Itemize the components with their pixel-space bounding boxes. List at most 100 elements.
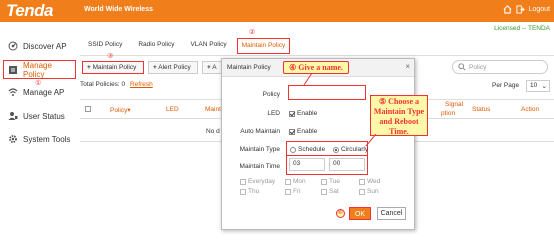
tenda-logo: Tenda [6, 1, 53, 20]
search-box[interactable]: Policy [452, 60, 548, 74]
day-mon-checkbox[interactable]: Mon [285, 178, 306, 185]
plus-icon: + [153, 64, 157, 71]
led-enable-label: Enable [297, 110, 318, 117]
plus-icon: + [87, 64, 91, 71]
column-description: ption [441, 110, 456, 117]
per-page-select[interactable]: 10 ⌄ [526, 80, 550, 92]
maintain-time-label: Maintain Time [239, 163, 280, 170]
tab-ssid-policy[interactable]: SSID Policy [80, 38, 130, 54]
sidebar-item-label: User Status [23, 111, 65, 121]
day-sat-checkbox[interactable]: Sat [321, 188, 339, 195]
day-label: Tue [329, 178, 340, 185]
day-thu-checkbox[interactable]: Thu [240, 188, 259, 195]
schedule-label: Schedule [298, 146, 326, 153]
radar-icon [8, 41, 18, 51]
policy-icon [8, 65, 18, 75]
search-placeholder: Policy [469, 64, 487, 71]
auto-maintain-enable-label: Enable [297, 128, 318, 135]
logout-icon[interactable] [516, 5, 525, 14]
sidebar-item-user-status[interactable]: User Status [8, 111, 65, 121]
led-label: LED [267, 110, 280, 117]
column-signal: Signal [445, 101, 464, 108]
annotation-number-2: ② [249, 29, 256, 36]
checkbox-box [285, 188, 291, 195]
alert-policy-button[interactable]: + Alert Policy [148, 61, 198, 74]
tab-vlan-policy[interactable]: VLAN Policy [182, 38, 234, 54]
auto-maintain-enable-checkbox[interactable]: Enable [289, 128, 317, 135]
sidebar-item-manage-ap[interactable]: Manage AP [8, 87, 64, 97]
callout-line: and Reboot [379, 117, 419, 126]
tagline: World Wide Wireless [84, 6, 153, 13]
maintain-minute-input[interactable]: 00 [329, 158, 365, 171]
top-bar: Tenda World Wide Wireless Logout [0, 0, 554, 22]
select-all-checkbox[interactable] [85, 106, 91, 112]
sidebar-item-system-tools[interactable]: System Tools [8, 134, 70, 144]
column-maintain: Maint [205, 106, 221, 113]
sidebar-item-label: System Tools [23, 134, 71, 144]
day-everyday-checkbox[interactable]: Everyday [240, 178, 275, 185]
checkbox-box [359, 188, 365, 195]
gear-icon [8, 134, 18, 144]
radio-circle [290, 146, 296, 153]
refresh-link[interactable]: Refresh [130, 81, 153, 88]
callout-line: ⑤ Choose a [378, 97, 420, 106]
total-policies: Total Policies: 0 Refresh [80, 81, 153, 88]
sidebar-item-discover-ap[interactable]: Discover AP [8, 41, 67, 51]
column-policy[interactable]: Policy▾ [110, 106, 131, 114]
callout-text: Give a name. [298, 63, 343, 72]
user-icon [8, 111, 18, 121]
maintain-policy-button[interactable]: + Maintain Policy [82, 61, 144, 74]
sidebar-item-label: Manage Policy [23, 60, 52, 79]
tab-maintain-policy[interactable]: Maintain Policy [236, 38, 291, 54]
alert-policy-label: Alert Policy [158, 64, 191, 71]
policy-name-input[interactable] [288, 85, 366, 100]
checkbox-box [289, 128, 295, 135]
day-wed-checkbox[interactable]: Wed [359, 178, 380, 185]
callout-number: ④ [289, 63, 297, 72]
checkbox-box [240, 188, 246, 195]
checkbox-box [359, 178, 365, 185]
plus-icon: + [207, 64, 211, 71]
add-policy-label: A [212, 64, 217, 71]
annotation-number-1: ① [35, 80, 42, 87]
wifi-icon [8, 87, 18, 97]
day-label: Thu [248, 188, 260, 195]
radio-circle [333, 146, 339, 153]
day-tue-checkbox[interactable]: Tue [321, 178, 340, 185]
day-sun-checkbox[interactable]: Sun [359, 188, 379, 195]
add-policy-button[interactable]: + A [202, 61, 222, 74]
led-enable-checkbox[interactable]: Enable [289, 110, 317, 117]
day-fri-checkbox[interactable]: Fri [285, 188, 301, 195]
annotation-number-6: ⑥ [336, 209, 345, 218]
maintain-hour-input[interactable]: 03 [289, 158, 325, 171]
checkbox-box [289, 110, 295, 117]
ok-button[interactable]: OK [349, 207, 371, 220]
sidebar-item-label: Manage AP [23, 87, 65, 97]
tab-radio-policy[interactable]: Radio Policy [130, 38, 182, 54]
checkbox-box [240, 178, 246, 185]
day-label: Fri [293, 188, 301, 195]
column-led: LED [166, 106, 179, 113]
column-status: Status [472, 106, 491, 113]
callout-arrow [303, 73, 313, 86]
maintain-policy-label: Maintain Policy [92, 64, 137, 71]
day-label: Sat [329, 188, 339, 195]
dialog-title: Maintain Policy [227, 64, 271, 71]
annotation-number-3: ③ [107, 53, 114, 60]
empty-table-message: No d [206, 128, 220, 135]
sidebar-item-manage-policy[interactable]: Manage Policy [3, 60, 76, 79]
per-page-value: 10 [530, 82, 538, 89]
column-action: Action [521, 106, 540, 113]
checkbox-box [321, 178, 327, 185]
home-icon[interactable] [503, 5, 512, 14]
cancel-button[interactable]: Cancel [377, 207, 406, 220]
checkbox-box [321, 188, 327, 195]
top-icons: Logout [503, 5, 550, 14]
close-icon[interactable]: × [405, 62, 410, 71]
day-label: Sun [367, 188, 379, 195]
callout-arrow [365, 134, 377, 147]
policy-label: Policy [262, 91, 280, 98]
logout-link[interactable]: Logout [529, 6, 550, 13]
schedule-radio[interactable]: Schedule [290, 146, 325, 153]
total-policies-text: Total Policies: 0 [80, 81, 126, 88]
